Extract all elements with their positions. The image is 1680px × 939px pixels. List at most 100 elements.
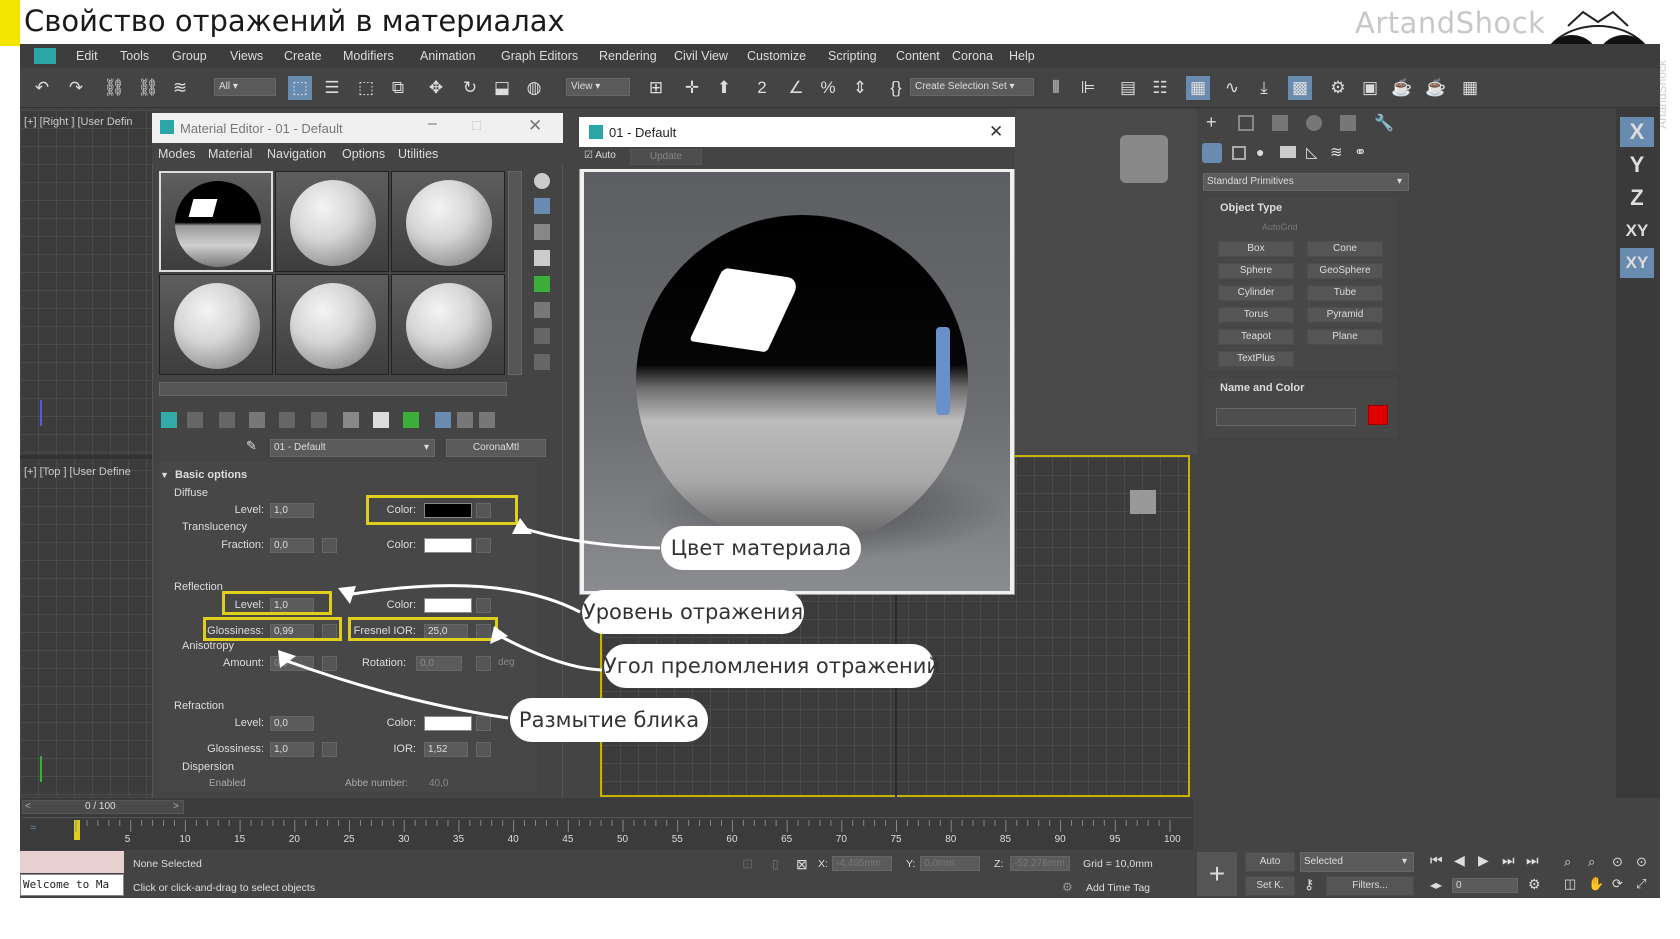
sample-type-icon[interactable] xyxy=(534,173,550,189)
maxscript-welcome[interactable]: Welcome to Ma xyxy=(20,874,124,896)
motion-tab-icon[interactable] xyxy=(1306,115,1322,131)
reflection-color-map-button[interactable] xyxy=(476,598,491,613)
refraction-ior-map-button[interactable] xyxy=(476,742,491,757)
options-icon[interactable] xyxy=(534,328,550,344)
menu-app-icon[interactable] xyxy=(34,48,56,64)
menu-tools[interactable]: Tools xyxy=(120,49,149,63)
geosphere-button[interactable]: GeoSphere xyxy=(1307,263,1383,279)
put-to-scene-icon[interactable] xyxy=(187,412,203,428)
menu-edit[interactable]: Edit xyxy=(76,49,98,63)
me-menu-utilities[interactable]: Utilities xyxy=(398,147,438,161)
systems-icon[interactable]: ⚭ xyxy=(1354,143,1367,161)
bind-spacewarp-icon[interactable]: ≋ xyxy=(168,76,192,100)
material-slot-1[interactable] xyxy=(159,171,273,272)
me-menu-navigation[interactable]: Navigation xyxy=(267,147,326,161)
viewcube-icon[interactable] xyxy=(1120,135,1168,183)
maxscript-listener-top[interactable] xyxy=(20,851,124,873)
mirror-icon[interactable]: ⫴ xyxy=(1044,76,1068,100)
cameras-icon[interactable] xyxy=(1280,146,1296,158)
box-button[interactable]: Box xyxy=(1218,241,1294,257)
spacewarps-icon[interactable]: ≋ xyxy=(1330,143,1343,161)
select-manipulate-icon[interactable]: ✛ xyxy=(680,76,704,100)
next-frame-icon[interactable]: ⏭ xyxy=(1502,852,1515,869)
cylinder-button[interactable]: Cylinder xyxy=(1218,285,1294,301)
show-end-result-icon[interactable] xyxy=(435,412,451,428)
menu-content[interactable]: Content xyxy=(896,49,940,63)
torus-button[interactable]: Torus xyxy=(1218,307,1294,323)
me-menu-modes[interactable]: Modes xyxy=(158,147,196,161)
add-time-tag[interactable]: Add Time Tag xyxy=(1086,882,1150,894)
sphere-button[interactable]: Sphere xyxy=(1218,263,1294,279)
track-bar[interactable]: ≈ 5 10 15 20 25 30 35 40 45 50 55 60 65 70 75 80 85 90 95 1… xyxy=(22,817,1192,847)
layer-explorer-icon[interactable]: ▤ xyxy=(1116,76,1140,100)
current-frame-field[interactable]: 0 xyxy=(1452,878,1518,893)
teapot-button[interactable]: Teapot xyxy=(1218,329,1294,345)
create-selection-set-dropdown[interactable]: Create Selection Set ▾ xyxy=(910,78,1034,96)
translucency-color-map-button[interactable] xyxy=(476,538,491,553)
play-icon[interactable]: ▶ xyxy=(1478,852,1489,869)
material-slot-2[interactable] xyxy=(275,171,389,272)
go-to-parent-icon[interactable] xyxy=(457,412,473,428)
material-editor-titlebar[interactable]: Material Editor - 01 - Default – □ ✕ xyxy=(152,113,563,143)
material-editor-icon[interactable]: ▩ xyxy=(1288,76,1312,100)
translucency-color-swatch[interactable] xyxy=(424,538,472,553)
prev-frame-icon[interactable]: ◀ xyxy=(1454,852,1465,869)
menu-graph-editors[interactable]: Graph Editors xyxy=(501,49,578,63)
viewport-right-area[interactable] xyxy=(1015,110,1197,454)
menu-civil-view[interactable]: Civil View xyxy=(674,49,728,63)
menu-views[interactable]: Views xyxy=(230,49,263,63)
slot-scrollbar-horizontal[interactable] xyxy=(159,382,507,396)
pan-icon[interactable]: ✋ xyxy=(1588,876,1604,892)
time-config-icon[interactable]: ⚙ xyxy=(1528,876,1541,893)
assign-to-selection-icon[interactable] xyxy=(219,412,235,428)
rollout-collapse-icon[interactable]: ▼ xyxy=(160,470,169,480)
menu-customize[interactable]: Customize xyxy=(747,49,806,63)
anisotropy-rotation-spinner[interactable]: 0,0 xyxy=(416,656,462,671)
pyramid-button[interactable]: Pyramid xyxy=(1307,307,1383,323)
hierarchy-tab-icon[interactable] xyxy=(1272,115,1288,131)
auto-key-button[interactable]: Auto xyxy=(1245,852,1295,872)
shapes-icon[interactable] xyxy=(1232,146,1246,160)
material-slot-3[interactable] xyxy=(391,171,505,272)
render-setup-icon[interactable]: ⚙ xyxy=(1326,76,1350,100)
helpers-icon[interactable]: ◺ xyxy=(1306,143,1318,161)
x-coord-field[interactable]: -4,405mm xyxy=(832,856,892,871)
utilities-tab-icon[interactable]: 🔧 xyxy=(1374,113,1394,133)
menu-rendering[interactable]: Rendering xyxy=(599,49,657,63)
scale-icon[interactable]: ⬓ xyxy=(490,76,514,100)
align-icon[interactable]: ⊫ xyxy=(1076,76,1100,100)
make-unique-icon[interactable] xyxy=(279,412,295,428)
slot-scrollbar-vertical[interactable] xyxy=(508,171,522,375)
named-selection-icon[interactable]: {} xyxy=(884,76,908,100)
select-by-name-icon[interactable]: ☰ xyxy=(320,76,344,100)
set-key-button[interactable]: Set K. xyxy=(1245,876,1295,896)
move-icon[interactable]: ✥ xyxy=(424,76,448,100)
time-slider[interactable]: < 0 / 100 > xyxy=(22,800,184,814)
refraction-ior-spinner[interactable]: 1,52 xyxy=(424,742,468,757)
textplus-button[interactable]: TextPlus xyxy=(1218,351,1294,367)
modify-tab-icon[interactable] xyxy=(1238,115,1254,131)
maximize-icon[interactable]: □ xyxy=(472,117,481,134)
eyedropper-icon[interactable]: ✎ xyxy=(246,438,257,454)
translucency-fraction-spinner[interactable]: 0,0 xyxy=(270,538,314,553)
diffuse-level-spinner[interactable]: 1,0 xyxy=(270,503,314,518)
basic-options-title[interactable]: Basic options xyxy=(175,469,247,481)
axis-constraint-z[interactable]: Z xyxy=(1620,183,1654,213)
plane-button[interactable]: Plane xyxy=(1307,329,1383,345)
refraction-level-spinner[interactable]: 0,0 xyxy=(270,716,314,731)
time-tag-icon[interactable]: ⚙ xyxy=(1062,880,1073,894)
put-to-library-icon[interactable] xyxy=(311,412,327,428)
rotate-icon[interactable]: ↻ xyxy=(458,76,482,100)
close-icon[interactable]: ✕ xyxy=(989,122,1003,142)
minimize-icon[interactable]: – xyxy=(428,115,437,133)
menu-group[interactable]: Group xyxy=(172,49,207,63)
geometry-icon[interactable] xyxy=(1202,143,1222,163)
me-menu-material[interactable]: Material xyxy=(208,147,252,161)
time-slider-next-icon[interactable]: > xyxy=(173,801,179,812)
menu-help[interactable]: Help xyxy=(1009,49,1035,63)
spinner-snap-icon[interactable]: ⇕ xyxy=(848,76,872,100)
menu-scripting[interactable]: Scripting xyxy=(828,49,877,63)
redo-icon[interactable]: ↷ xyxy=(64,76,88,100)
reference-coord-dropdown[interactable]: View ▾ xyxy=(566,78,630,96)
selection-filter-dropdown[interactable]: All ▾ xyxy=(214,78,276,96)
